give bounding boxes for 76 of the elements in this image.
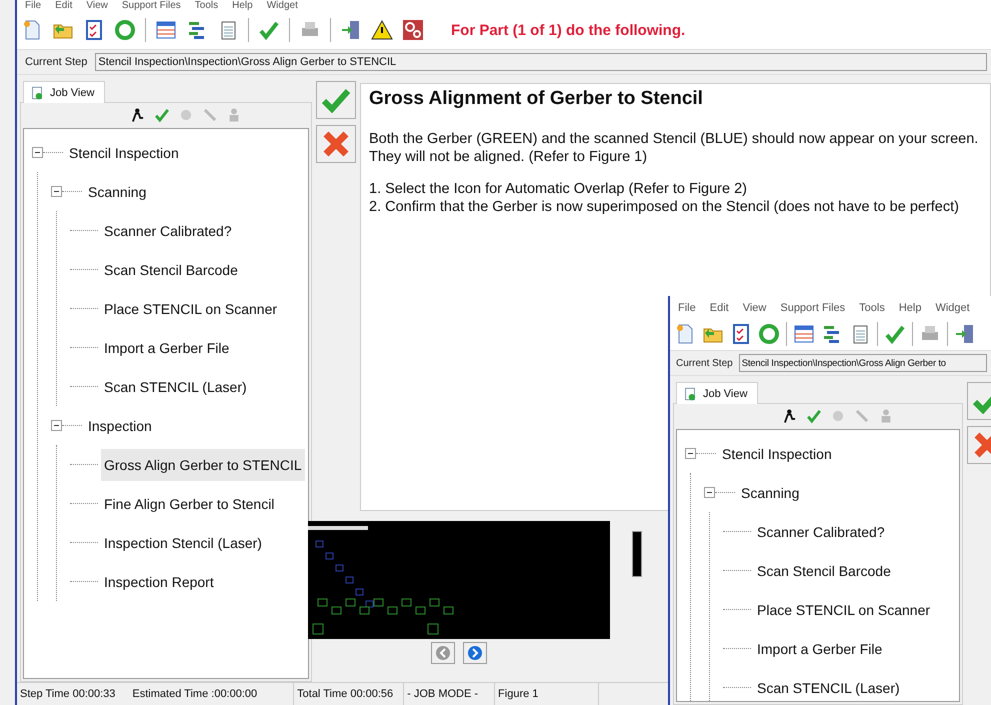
check-icon[interactable] — [154, 107, 170, 123]
check-icon[interactable] — [258, 19, 280, 41]
exit-door-icon[interactable] — [340, 19, 362, 41]
arrow-right-icon — [467, 645, 483, 661]
calendar-icon[interactable] — [155, 19, 177, 41]
checklist-icon[interactable] — [83, 19, 105, 41]
check-icon — [321, 87, 351, 113]
status-text: - JOB MODE - — [404, 683, 496, 705]
tree-item[interactable]: Import a Gerber File — [754, 632, 886, 664]
tab[interactable]: Job View — [23, 81, 106, 103]
warning-sign-icon[interactable] — [371, 19, 393, 41]
status-text: Total Time 00:00:56 — [294, 683, 404, 705]
tree-item[interactable]: Scan Stencil Barcode — [754, 554, 894, 586]
menu-item[interactable]: Help — [898, 302, 922, 314]
menu-item[interactable]: View — [86, 0, 108, 10]
menu-item[interactable]: File — [678, 302, 696, 314]
tree-item[interactable]: Inspection Report — [101, 566, 217, 598]
menu-item[interactable]: Edit — [55, 0, 72, 10]
part-message: For Part (1 of 1) do the following. — [451, 22, 686, 38]
menu-item[interactable]: Edit — [710, 302, 729, 314]
menu-item[interactable]: View — [742, 302, 766, 314]
instruction-title: Gross Alignment of Gerber to Stencil — [369, 88, 704, 110]
collapse-toggle[interactable] — [704, 487, 715, 498]
instruction-text: Both the Gerber (GREEN) and the scanned Stencil (BLUE) should now appear on your screen. They will not be aligned. (Refer to Figure 1) — [369, 130, 980, 166]
field-label: Current Step — [675, 358, 734, 368]
instruction-text: 1. Select the Icon for Automatic Overlap (Refer to Figure 2) 2. Confirm that the Gerber is now superimposed on the Stencil (does not have to be perfect) — [369, 180, 960, 216]
document-icon[interactable] — [683, 386, 697, 400]
tree-item[interactable]: Scanner Calibrated? — [754, 516, 888, 548]
accept-button[interactable] — [316, 81, 356, 119]
tree-item[interactable]: Inspection — [85, 410, 155, 442]
tree-item[interactable]: Import a Gerber File — [101, 332, 232, 364]
current-step-field[interactable]: Stencil Inspection\Inspection\Gross Align Gerber to STENCIL — [95, 53, 987, 71]
reject-button[interactable] — [316, 125, 356, 163]
menu-item[interactable]: Tools — [859, 302, 885, 314]
tree-item[interactable]: Inspection Stencil (Laser) — [101, 526, 265, 558]
tree-item[interactable]: Fine Align Gerber to Stencil — [101, 488, 278, 520]
menu-item[interactable]: Widget — [935, 302, 970, 314]
document-icon[interactable] — [30, 86, 44, 100]
checklist-icon[interactable] — [730, 323, 752, 345]
menu-item[interactable]: Support Files — [122, 0, 181, 10]
next-button[interactable] — [463, 642, 487, 664]
collapse-toggle[interactable] — [32, 147, 43, 158]
tree-item[interactable]: Gross Align Gerber to STENCIL — [101, 448, 305, 480]
collapse-toggle[interactable] — [51, 420, 62, 431]
collapse-toggle[interactable] — [51, 186, 62, 197]
tree-item[interactable]: Place STENCIL on Scanner — [754, 594, 934, 626]
current-step-field[interactable]: Stencil Inspection\Inspection\Gross Align Gerber to — [738, 354, 987, 372]
tree-item[interactable]: Stencil Inspection — [66, 136, 182, 168]
status-text: Estimated Time :00:00:00 — [129, 683, 294, 705]
menu-item[interactable]: Support Files — [780, 302, 846, 314]
close-icon — [322, 130, 350, 158]
menu-item[interactable]: Widget — [266, 0, 298, 10]
collapse-toggle[interactable] — [685, 448, 696, 459]
tree-item[interactable]: Scanner Calibrated? — [101, 214, 235, 246]
exit-door-icon[interactable] — [954, 323, 976, 345]
tree-item[interactable]: Scan Stencil Barcode — [101, 254, 241, 286]
tree-item[interactable]: Scanning — [85, 176, 150, 208]
tree-item[interactable]: Scanning — [738, 476, 802, 508]
tree-item[interactable]: Scan STENCIL (Laser) — [101, 370, 250, 402]
status-text: Figure 1 — [495, 683, 600, 705]
person-icon[interactable] — [130, 107, 146, 123]
tree-item[interactable]: Place STENCIL on Scanner — [101, 292, 280, 324]
menu-item[interactable]: Tools — [194, 0, 218, 10]
calendar-icon[interactable] — [793, 323, 815, 345]
tree-item[interactable]: Scan STENCIL (Laser) — [754, 672, 903, 701]
tab[interactable]: Job View — [676, 382, 758, 404]
check-icon[interactable] — [884, 323, 906, 345]
menu-item[interactable]: File — [25, 0, 42, 10]
field-label: Current Step — [24, 56, 88, 68]
status-text: Step Time 00:00:33 — [19, 687, 116, 702]
arrow-left-icon — [435, 645, 451, 661]
menu-item[interactable]: Help — [232, 0, 253, 10]
tree-item[interactable]: Stencil Inspection — [719, 438, 835, 470]
person-icon[interactable] — [782, 408, 798, 424]
thumbnail[interactable] — [632, 531, 642, 577]
check-icon[interactable] — [806, 408, 822, 424]
